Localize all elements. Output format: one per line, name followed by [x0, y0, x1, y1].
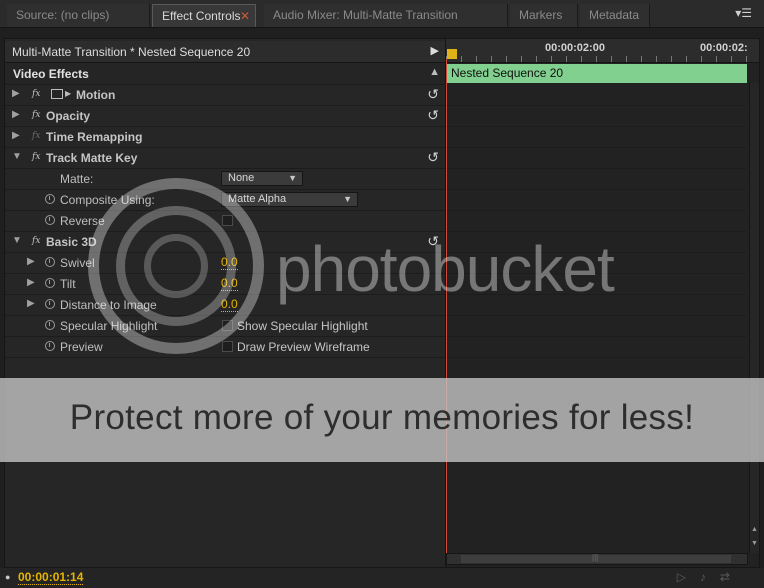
- tab-markers-label: Markers: [519, 8, 563, 22]
- panel-tab-bar: Source: (no clips) Effect Controls ✕ Audi…: [0, 0, 764, 28]
- expand-triangle-icon[interactable]: ▶: [12, 88, 20, 99]
- audio-scrub-icon[interactable]: ▷♪⇄: [677, 570, 744, 584]
- ruler-timecode-2: 00:00:02:: [700, 42, 748, 54]
- clip-bar[interactable]: Nested Sequence 20: [447, 64, 747, 83]
- tilt-label: Tilt: [60, 277, 76, 291]
- show-timeline-arrow-icon[interactable]: ▶: [431, 44, 439, 57]
- horizontal-scrollbar[interactable]: |||: [446, 553, 748, 565]
- effect-row-motion[interactable]: ▶ fx ▶ Motion ↺: [5, 85, 445, 106]
- scroll-up-arrow-icon[interactable]: ▲: [429, 66, 440, 78]
- collapse-triangle-icon[interactable]: ▼: [12, 235, 22, 246]
- tab-markers[interactable]: Markers: [510, 4, 578, 27]
- vertical-scrollbar[interactable]: ▲ ▼: [749, 83, 759, 553]
- expand-triangle-icon[interactable]: ▶: [27, 256, 35, 267]
- ruler-ticks: [446, 56, 759, 62]
- stopwatch-icon[interactable]: [45, 299, 55, 309]
- tab-metadata[interactable]: Metadata: [580, 4, 650, 27]
- stopwatch-icon[interactable]: [45, 215, 55, 225]
- matte-dropdown[interactable]: None ▼: [221, 171, 303, 186]
- draw-preview-wireframe-checkbox[interactable]: [222, 341, 233, 352]
- collapse-triangle-icon[interactable]: ▼: [12, 151, 22, 162]
- tab-effect-controls-label: Effect Controls: [162, 9, 241, 23]
- effect-row-opacity[interactable]: ▶ fx Opacity ↺: [5, 106, 445, 127]
- scroll-grip-icon: |||: [592, 553, 599, 562]
- property-row-preview: Preview Draw Preview Wireframe: [5, 337, 445, 358]
- expand-triangle-icon[interactable]: ▶: [27, 277, 35, 288]
- stopwatch-icon[interactable]: [45, 278, 55, 288]
- playhead-line[interactable]: [446, 59, 447, 553]
- tab-effect-controls[interactable]: Effect Controls ✕: [152, 4, 256, 27]
- effect-row-track-matte-key[interactable]: ▼ fx Track Matte Key ↺: [5, 148, 445, 169]
- effect-label-time-remapping: Time Remapping: [46, 130, 143, 144]
- current-time-icon: ●: [5, 572, 11, 582]
- expand-triangle-icon[interactable]: ▶: [12, 109, 20, 120]
- video-effects-header: Video Effects ▲: [5, 63, 445, 85]
- fx-toggle-icon: fx: [32, 131, 41, 141]
- timeline-row: [446, 337, 746, 358]
- current-timecode[interactable]: 00:00:01:14: [18, 571, 84, 585]
- matte-label: Matte:: [60, 172, 94, 186]
- draw-preview-wireframe-label: Draw Preview Wireframe: [237, 340, 370, 354]
- effect-label-track-matte-key: Track Matte Key: [46, 151, 138, 165]
- fx-toggle-icon[interactable]: fx: [32, 236, 40, 246]
- fx-toggle-icon[interactable]: fx: [32, 89, 40, 99]
- ruler-timecode-1: 00:00:02:00: [545, 42, 605, 54]
- bottom-bar: ● 00:00:01:14 ▷♪⇄: [0, 568, 764, 588]
- timeline-row: [446, 211, 746, 232]
- reset-icon[interactable]: ↺: [427, 107, 439, 124]
- expand-triangle-icon[interactable]: ▶: [27, 298, 35, 309]
- playhead-handle[interactable]: [447, 49, 457, 59]
- time-ruler[interactable]: 00:00:02:00 00:00:02:: [446, 39, 759, 63]
- reset-icon[interactable]: ↺: [427, 149, 439, 166]
- fx-toggle-icon[interactable]: fx: [32, 110, 40, 120]
- property-row-matte: Matte: None ▼: [5, 169, 445, 190]
- scroll-up-arrow-icon[interactable]: ▲: [751, 526, 758, 533]
- preview-label: Preview: [60, 340, 103, 354]
- panel-menu-icon[interactable]: ▾☰: [735, 6, 752, 20]
- transform-arrow-icon: ▶: [65, 89, 72, 98]
- expand-triangle-icon[interactable]: ▶: [12, 130, 20, 141]
- clip-title: Multi-Matte Transition * Nested Sequence…: [12, 45, 251, 59]
- scroll-down-arrow-icon[interactable]: ▼: [751, 540, 758, 547]
- tab-source-label: Source: (no clips): [16, 8, 110, 22]
- reset-icon[interactable]: ↺: [427, 86, 439, 103]
- effect-label-motion: Motion: [76, 88, 116, 102]
- stopwatch-icon[interactable]: [45, 194, 55, 204]
- timeline-row: [446, 85, 746, 106]
- stopwatch-icon[interactable]: [45, 341, 55, 351]
- tab-source[interactable]: Source: (no clips): [7, 4, 150, 27]
- stopwatch-icon[interactable]: [45, 257, 55, 267]
- composite-using-dropdown[interactable]: Matte Alpha ▼: [221, 192, 358, 207]
- timeline-row: [446, 316, 746, 337]
- chevron-down-icon: ▼: [288, 173, 297, 183]
- watermark-banner: Protect more of your memories for less!: [0, 378, 764, 462]
- tab-metadata-label: Metadata: [589, 8, 640, 22]
- timeline-row: [446, 148, 746, 169]
- fx-toggle-icon[interactable]: fx: [32, 152, 40, 162]
- tab-audio-mixer[interactable]: Audio Mixer: Multi-Matte Transition: [264, 4, 508, 27]
- tab-audio-mixer-label: Audio Mixer: Multi-Matte Transition: [273, 8, 458, 22]
- watermark-banner-text: Protect more of your memories for less!: [69, 398, 695, 437]
- video-effects-label: Video Effects: [13, 67, 89, 81]
- matte-value: None: [228, 172, 255, 184]
- chevron-down-icon: ▼: [343, 194, 352, 204]
- show-specular-highlight-label: Show Specular Highlight: [237, 319, 368, 333]
- timeline-row: [446, 127, 746, 148]
- watermark-brand: photobucket: [276, 233, 615, 305]
- effect-label-opacity: Opacity: [46, 109, 91, 123]
- timeline-row: [446, 169, 746, 190]
- transform-box-icon[interactable]: [51, 89, 63, 99]
- watermark-logo-icon: [144, 234, 208, 298]
- timeline-row: [446, 190, 746, 211]
- timeline-row: [446, 106, 746, 127]
- tab-close-icon[interactable]: ✕: [240, 5, 250, 27]
- clip-header: Multi-Matte Transition * Nested Sequence…: [5, 41, 445, 63]
- effect-row-time-remapping[interactable]: ▶ fx Time Remapping: [5, 127, 445, 148]
- stopwatch-icon[interactable]: [45, 320, 55, 330]
